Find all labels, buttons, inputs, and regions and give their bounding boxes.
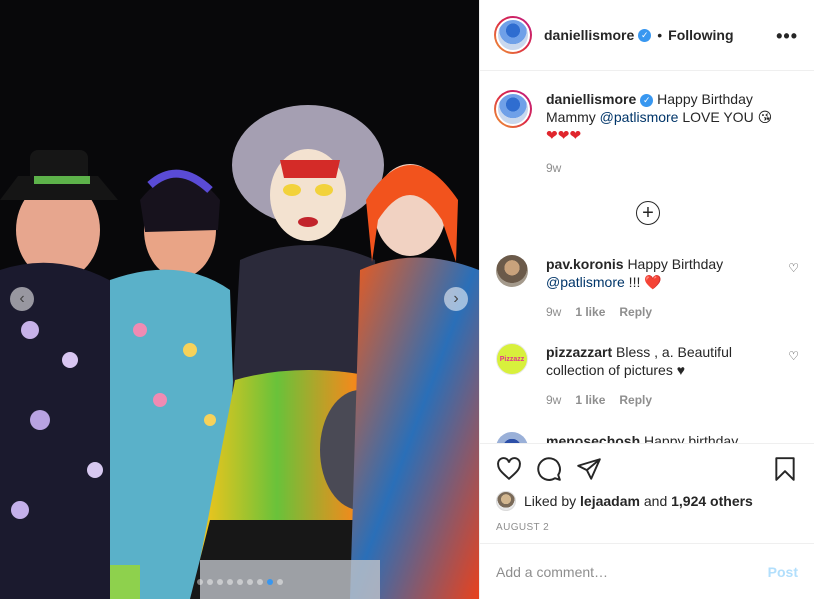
avatar[interactable]: [494, 16, 532, 54]
caption-text-end: LOVE YOU 😘: [678, 109, 773, 125]
header-username[interactable]: daniellismore: [544, 27, 634, 43]
carousel-indicator: [0, 579, 479, 585]
carousel-dot: [226, 579, 233, 585]
comment-likes[interactable]: 1 like: [575, 303, 605, 321]
comment-text-end: !!! ❤️: [624, 274, 662, 290]
carousel-dot: [216, 579, 223, 585]
post-side-panel: daniellismore ✓ • Following ••• danielli…: [479, 0, 814, 599]
commenter-avatar[interactable]: [496, 255, 528, 287]
caption-avatar[interactable]: [494, 90, 532, 128]
more-options-icon[interactable]: •••: [776, 26, 798, 47]
comment-item: Pizzazz pizzazzart Bless , a. Beautiful …: [496, 343, 799, 409]
liker-avatar[interactable]: [496, 491, 516, 511]
like-comment-heart-icon[interactable]: ♡: [788, 349, 799, 363]
likes-count-link[interactable]: 1,924 others: [671, 493, 753, 509]
post-photo[interactable]: ‹ ›: [0, 0, 479, 599]
reply-button[interactable]: Reply: [619, 391, 652, 409]
post-actions: Liked by lejaadam and 1,924 others AUGUS…: [480, 443, 814, 543]
plus-circle-icon: +: [642, 202, 654, 224]
liker-username[interactable]: lejaadam: [580, 493, 640, 509]
comment-time[interactable]: 9w: [546, 391, 561, 409]
comment-icon[interactable]: [536, 456, 562, 482]
comment-item: pav.koronis Happy Birthday @patlismore !…: [496, 255, 799, 321]
party-photo: [0, 0, 479, 599]
likes-summary: Liked by lejaadam and 1,924 others: [496, 491, 753, 511]
post-date[interactable]: AUGUST 2: [496, 522, 549, 533]
carousel-dot: [256, 579, 263, 585]
share-icon[interactable]: [576, 456, 602, 482]
previous-slide-button[interactable]: ‹: [10, 287, 34, 311]
comment-text: Happy birthday: [644, 433, 739, 443]
caption-time[interactable]: 9w: [546, 159, 799, 177]
chevron-right-icon: ›: [453, 290, 459, 307]
verified-badge-icon: ✓: [638, 28, 652, 42]
carousel-dot: [266, 579, 273, 585]
add-comment-form: Post: [480, 543, 814, 599]
comment-input[interactable]: [496, 563, 768, 580]
verified-badge-icon: ✓: [640, 94, 654, 107]
post-comment-button[interactable]: Post: [768, 564, 798, 580]
liked-by-label: Liked by: [524, 493, 577, 509]
comment-item: menosechosh Happy birthday: [496, 432, 799, 443]
carousel-dot: [276, 579, 283, 585]
following-button[interactable]: Following: [668, 27, 733, 43]
comment-time[interactable]: 9w: [546, 303, 561, 321]
caption-username[interactable]: daniellismore: [546, 91, 636, 107]
carousel-dot: [196, 579, 203, 585]
caption-hearts: ❤❤❤: [546, 127, 582, 143]
caption-mention-link[interactable]: @patlismore: [600, 109, 679, 125]
likes-and-label: and: [643, 493, 668, 509]
post-header: daniellismore ✓ • Following •••: [480, 0, 814, 71]
commenter-avatar[interactable]: [496, 432, 528, 443]
instagram-post: ‹ › daniellismore ✓ • Following ••• dani…: [0, 0, 814, 599]
comment-mention-link[interactable]: @patlismore: [546, 274, 625, 290]
heart-icon[interactable]: [496, 456, 522, 482]
next-slide-button[interactable]: ›: [444, 287, 468, 311]
reply-button[interactable]: Reply: [619, 303, 652, 321]
carousel-dot: [236, 579, 243, 585]
post-caption: daniellismore ✓ Happy Birthday Mammy @pat…: [494, 90, 799, 177]
commenter-avatar[interactable]: Pizzazz: [496, 343, 528, 375]
comment-username[interactable]: menosechosh: [546, 433, 640, 443]
comments-list[interactable]: daniellismore ✓ Happy Birthday Mammy @pat…: [480, 72, 814, 443]
like-comment-heart-icon[interactable]: ♡: [788, 261, 799, 275]
comment-likes[interactable]: 1 like: [575, 391, 605, 409]
carousel-dot: [246, 579, 253, 585]
header-separator: •: [657, 27, 663, 43]
comment-text: Happy Birthday: [627, 256, 724, 272]
comment-username[interactable]: pav.koronis: [546, 256, 624, 272]
load-more-comments-button[interactable]: +: [636, 201, 660, 225]
comment-username[interactable]: pizzazzart: [546, 344, 612, 360]
bookmark-icon[interactable]: [772, 456, 798, 482]
carousel-dot: [206, 579, 213, 585]
chevron-left-icon: ‹: [19, 290, 25, 307]
